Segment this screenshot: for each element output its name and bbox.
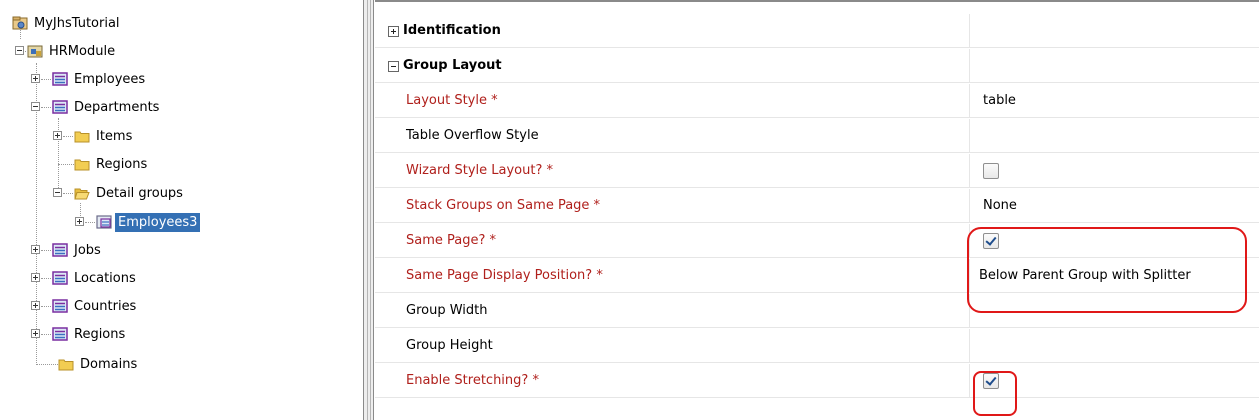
tree-node-label: Departments xyxy=(74,99,160,115)
property-label: Enable Stretching? * xyxy=(375,364,970,398)
property-row-table-overflow-style[interactable]: Table Overflow Style xyxy=(375,119,1259,153)
module-icon xyxy=(27,45,43,58)
collapse-toggle[interactable] xyxy=(53,188,62,197)
tree-node-label: Employees xyxy=(74,71,146,87)
category-label: Identification xyxy=(375,14,970,48)
expand-toggle[interactable] xyxy=(53,131,62,140)
tree-connector xyxy=(36,364,58,365)
splitter-grip-line xyxy=(370,0,371,420)
layout-style-value[interactable]: table xyxy=(971,84,1259,118)
tree-node-jobs[interactable]: Jobs xyxy=(52,239,104,261)
tree-node-employees3[interactable]: Employees3 xyxy=(96,211,201,233)
property-row-layout-style[interactable]: Layout Style * table xyxy=(375,84,1259,118)
expand-toggle[interactable] xyxy=(31,245,40,254)
group-icon xyxy=(52,72,68,86)
tree-node-detail-groups[interactable]: Detail groups xyxy=(74,182,186,204)
category-label: Group Layout xyxy=(375,49,970,83)
collapse-toggle[interactable] xyxy=(15,46,24,55)
tree-node-items[interactable]: Items xyxy=(74,125,135,147)
tree-node-label: Detail groups xyxy=(96,185,183,201)
tree-connector xyxy=(41,334,51,335)
wizard-style-layout-checkbox[interactable] xyxy=(983,163,999,179)
group-icon xyxy=(52,100,68,114)
navigator-tree: MyJhsTutorial HRModule Employees Departm… xyxy=(0,0,364,420)
property-value xyxy=(971,154,1259,188)
tree-connector xyxy=(41,250,51,251)
tree-node-label: HRModule xyxy=(49,43,116,59)
tree-node-label: Domains xyxy=(80,356,138,372)
collapse-toggle[interactable] xyxy=(31,102,40,111)
expand-toggle[interactable] xyxy=(75,217,84,226)
tree-node-domains[interactable]: Domains xyxy=(58,353,140,375)
property-row-stack-groups[interactable]: Stack Groups on Same Page * None xyxy=(375,189,1259,223)
tree-node-employees[interactable]: Employees xyxy=(52,68,148,90)
property-row-enable-stretching[interactable]: Enable Stretching? * xyxy=(375,364,1259,398)
property-label: Group Height xyxy=(375,329,970,363)
tree-node-label: Jobs xyxy=(74,242,101,258)
folder-icon xyxy=(74,159,90,171)
tree-node-departments[interactable]: Departments xyxy=(52,96,162,118)
highlight-marker xyxy=(973,371,1017,416)
property-label: Same Page? * xyxy=(375,224,970,258)
tree-connector xyxy=(41,278,51,279)
tree-connector xyxy=(41,306,51,307)
tree-node-project[interactable]: MyJhsTutorial xyxy=(12,12,123,34)
expand-toggle[interactable] xyxy=(31,273,40,282)
highlight-marker xyxy=(967,227,1247,313)
property-label: Layout Style * xyxy=(375,84,970,118)
category-row-group-layout[interactable]: Group Layout xyxy=(375,49,1259,83)
tree-node-locations[interactable]: Locations xyxy=(52,267,139,289)
tree-node-label: Employees3 xyxy=(115,212,201,232)
property-value xyxy=(971,14,1259,48)
tree-node-label: Countries xyxy=(74,298,137,314)
tree-connector xyxy=(41,79,51,80)
tree-connector xyxy=(63,193,73,194)
tree-connector xyxy=(41,107,51,108)
property-label: Table Overflow Style xyxy=(375,119,970,153)
tree-node-regions[interactable]: Regions xyxy=(52,323,128,345)
table-overflow-style-value[interactable] xyxy=(971,119,1259,153)
tree-connector xyxy=(63,136,73,137)
detail-group-icon xyxy=(96,215,112,229)
expand-toggle[interactable] xyxy=(31,74,40,83)
category-row-identification[interactable]: Identification xyxy=(375,14,1259,48)
expand-toggle[interactable] xyxy=(31,301,40,310)
panel-splitter[interactable] xyxy=(364,0,374,420)
property-label: Same Page Display Position? * xyxy=(375,259,970,293)
group-icon xyxy=(52,327,68,341)
stack-groups-value[interactable]: None xyxy=(971,189,1259,223)
property-row-wizard-style-layout[interactable]: Wizard Style Layout? * xyxy=(375,154,1259,188)
property-label: Wizard Style Layout? * xyxy=(375,154,970,188)
project-icon xyxy=(12,16,28,30)
folder-icon xyxy=(74,131,90,143)
tree-node-label: MyJhsTutorial xyxy=(34,15,120,31)
open-folder-icon xyxy=(74,188,90,200)
group-height-value[interactable] xyxy=(971,329,1259,363)
tree-node-label: Regions xyxy=(74,326,126,342)
tree-node-module[interactable]: HRModule xyxy=(27,40,118,62)
tree-node-countries[interactable]: Countries xyxy=(52,295,139,317)
group-icon xyxy=(52,243,68,257)
tree-node-regions-sub[interactable]: Regions xyxy=(74,153,150,175)
tree-node-label: Locations xyxy=(74,270,136,286)
property-label: Stack Groups on Same Page * xyxy=(375,189,970,223)
splitter-grip-line xyxy=(367,0,368,420)
folder-icon xyxy=(58,359,74,371)
expand-toggle[interactable] xyxy=(31,329,40,338)
property-inspector: Identification Group Layout Layout Style… xyxy=(375,0,1259,420)
group-icon xyxy=(52,299,68,313)
property-label: Group Width xyxy=(375,294,970,328)
property-value xyxy=(971,49,1259,83)
tree-node-label: Items xyxy=(96,128,133,144)
tree-connector xyxy=(58,118,59,194)
tree-connector xyxy=(85,222,95,223)
property-row-group-height[interactable]: Group Height xyxy=(375,329,1259,363)
tree-node-label: Regions xyxy=(96,156,148,172)
group-icon xyxy=(52,271,68,285)
